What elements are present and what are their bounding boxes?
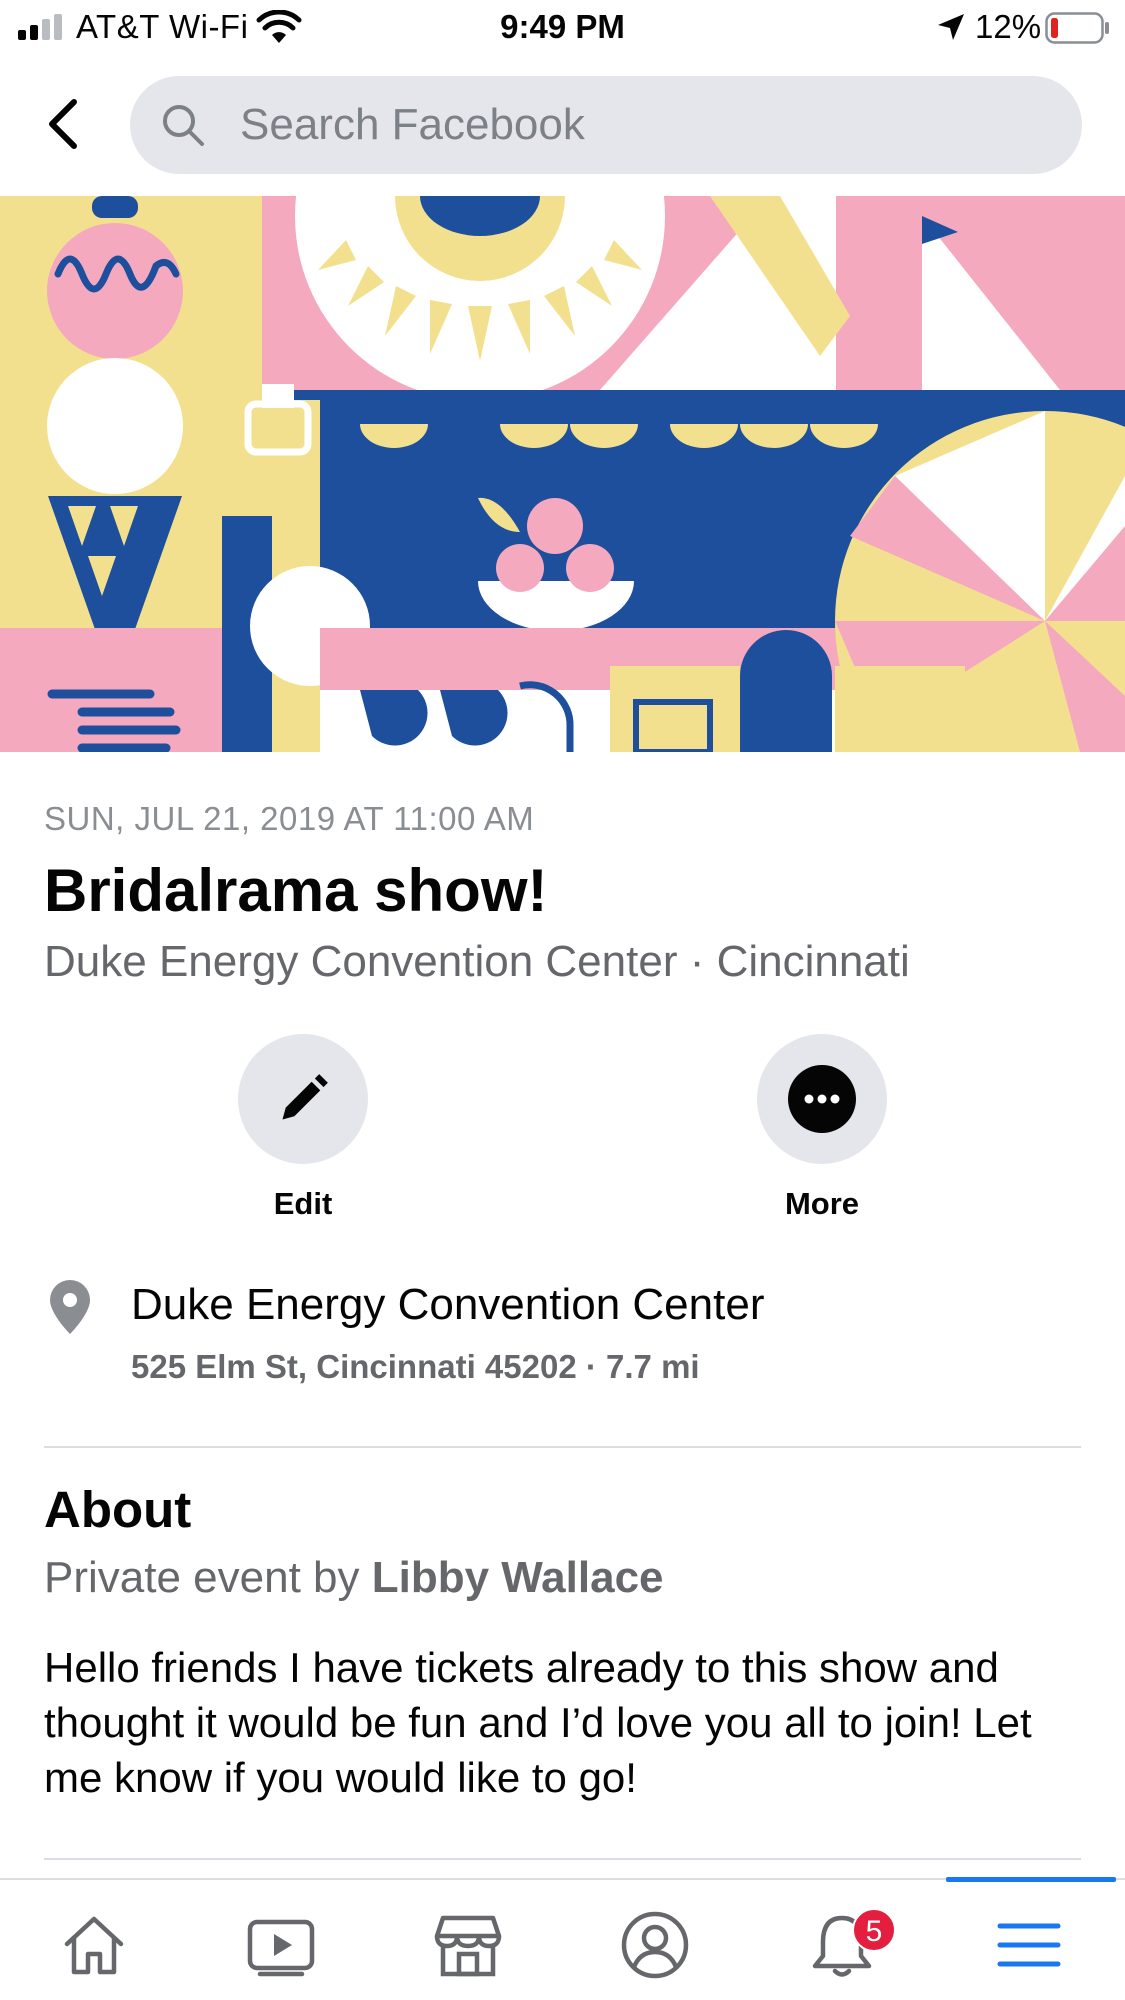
more-dots-icon	[788, 1065, 856, 1133]
event-privacy: Private event by Libby Wallace	[44, 1553, 664, 1603]
edit-button[interactable]: Edit	[203, 1034, 403, 1234]
host-name-link[interactable]: Libby Wallace	[372, 1553, 664, 1602]
about-heading: About	[44, 1481, 192, 1538]
edit-button-circle	[238, 1034, 368, 1164]
profile-icon	[621, 1911, 689, 1979]
marketplace-store-icon	[434, 1915, 502, 1977]
tab-watch[interactable]	[187, 1880, 374, 2000]
search-icon	[163, 105, 204, 146]
tab-home[interactable]	[0, 1880, 187, 2000]
location-name: Duke Energy Convention Center	[131, 1280, 765, 1329]
battery-icon	[1045, 12, 1109, 44]
tab-marketplace[interactable]	[374, 1880, 561, 2000]
tab-menu[interactable]	[935, 1880, 1122, 2000]
search-placeholder: Search Facebook	[240, 100, 585, 149]
battery-percent: 12%	[975, 8, 1042, 45]
back-icon[interactable]	[40, 96, 88, 152]
divider	[44, 1446, 1081, 1448]
tab-notifications[interactable]	[748, 1880, 935, 2000]
bottom-tab-bar	[0, 1877, 1125, 2000]
event-description: Hello friends I have tickets already to …	[44, 1644, 1032, 1801]
more-button-label: More	[784, 1186, 860, 1221]
edit-button-label: Edit	[273, 1186, 333, 1221]
location-address: 525 Elm St, Cincinnati 45202 · 7.7 mi	[131, 1348, 700, 1385]
tab-profile[interactable]	[561, 1880, 748, 2000]
event-title: Bridalrama show!	[44, 857, 548, 924]
more-button[interactable]: More	[722, 1034, 922, 1234]
active-tab-indicator	[946, 1877, 1116, 1882]
more-button-circle	[757, 1034, 887, 1164]
status-bar: AT&T Wi-Fi 9:49 PM 12%	[0, 0, 1125, 56]
event-cover-image[interactable]	[0, 196, 1125, 752]
privacy-prefix: Private event by	[44, 1553, 372, 1602]
map-pin-icon	[50, 1280, 90, 1334]
event-subtitle: Duke Energy Convention Center · Cincinna…	[44, 937, 910, 986]
hamburger-menu-icon	[997, 1923, 1061, 1967]
event-date: SUN, JUL 21, 2019 AT 11:00 AM	[44, 800, 535, 837]
video-play-icon	[247, 1919, 315, 1977]
divider	[44, 1858, 1081, 1860]
pencil-icon	[282, 1074, 328, 1120]
notification-badge: 5	[852, 1908, 896, 1952]
location-arrow-icon	[938, 14, 964, 40]
search-input[interactable]: Search Facebook	[130, 76, 1082, 174]
home-icon	[64, 1916, 124, 1975]
